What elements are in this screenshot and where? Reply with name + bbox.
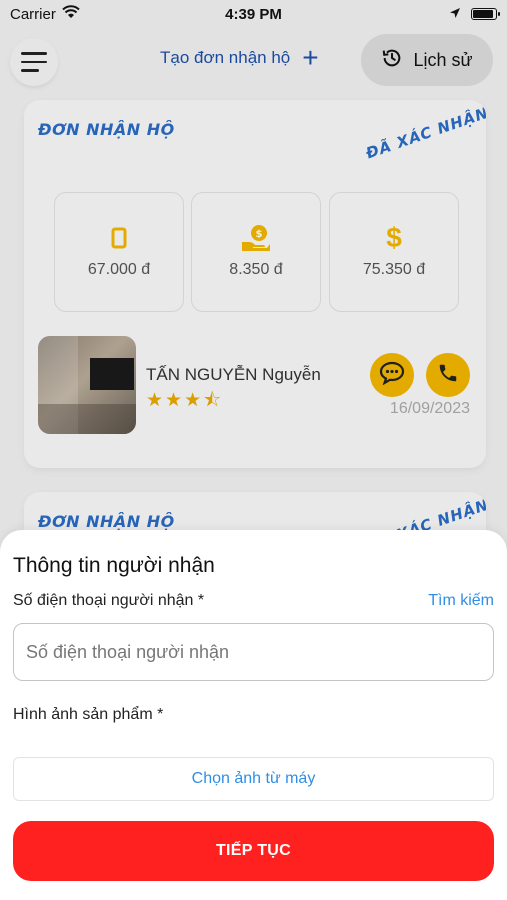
stat-fee: $ 8.350 đ	[191, 192, 321, 312]
choose-image-button[interactable]: Chọn ảnh từ máy	[13, 757, 494, 801]
menu-icon	[21, 52, 47, 55]
header: Tạo đơn nhận hộ + Lịch sử	[0, 30, 507, 94]
continue-button[interactable]: TIẾP TỤC	[13, 821, 494, 881]
phone-icon	[437, 362, 459, 389]
search-link[interactable]: Tìm kiếm	[428, 592, 494, 610]
wifi-icon	[62, 5, 80, 23]
stat-value: 67.000 đ	[87, 261, 151, 278]
order-date: 16/09/2023	[389, 400, 470, 417]
sender-name: TẤN NGUYỄN Nguyễn	[146, 365, 321, 384]
battery-level	[473, 10, 493, 18]
order-card[interactable]: ĐƠN NHẬN HỘ ĐÃ XÁC NHẬN 67.000 đ $ 8.350…	[24, 100, 486, 468]
dollar-icon: $	[386, 222, 402, 253]
stat-product-price: 67.000 đ	[54, 192, 184, 312]
sheet-title: Thông tin người nhận	[13, 554, 215, 577]
history-button[interactable]: Lịch sử	[361, 34, 493, 86]
rating-stars: ★★★⯪	[146, 390, 224, 411]
recipient-info-sheet: Thông tin người nhận Số điện thoại người…	[0, 530, 507, 900]
battery-icon	[471, 8, 500, 20]
call-button[interactable]	[426, 353, 470, 397]
chat-button[interactable]	[370, 353, 414, 397]
create-order-button[interactable]: Tạo đơn nhận hộ +	[160, 42, 319, 73]
create-order-label: Tạo đơn nhận hộ	[160, 48, 291, 67]
location-arrow-icon	[449, 6, 461, 23]
phone-label: Số điện thoại người nhận *	[13, 592, 205, 609]
plus-icon: +	[302, 42, 319, 73]
carrier-label: Carrier	[10, 5, 56, 23]
chat-icon	[379, 361, 405, 390]
history-label: Lịch sử	[413, 49, 473, 70]
status-bar: Carrier 4:39 PM	[0, 0, 507, 28]
history-icon	[381, 47, 403, 74]
product-image-label: Hình ảnh sản phẩm *	[13, 706, 164, 723]
order-title: ĐƠN NHẬN HỘ	[38, 512, 175, 531]
menu-button[interactable]	[10, 38, 58, 86]
recipient-phone-input[interactable]	[13, 623, 494, 681]
status-time: 4:39 PM	[225, 5, 282, 23]
box-icon	[111, 225, 127, 251]
stat-value: 75.350 đ	[362, 261, 426, 278]
svg-text:$: $	[256, 229, 263, 240]
order-title: ĐƠN NHẬN HỘ	[38, 120, 175, 139]
stat-value: 8.350 đ	[229, 261, 283, 278]
stat-total: $ 75.350 đ	[329, 192, 459, 312]
hand-coin-icon: $	[241, 225, 271, 251]
status-stamp: ĐÃ XÁC NHẬN	[363, 103, 486, 163]
sender-avatar	[38, 336, 136, 434]
